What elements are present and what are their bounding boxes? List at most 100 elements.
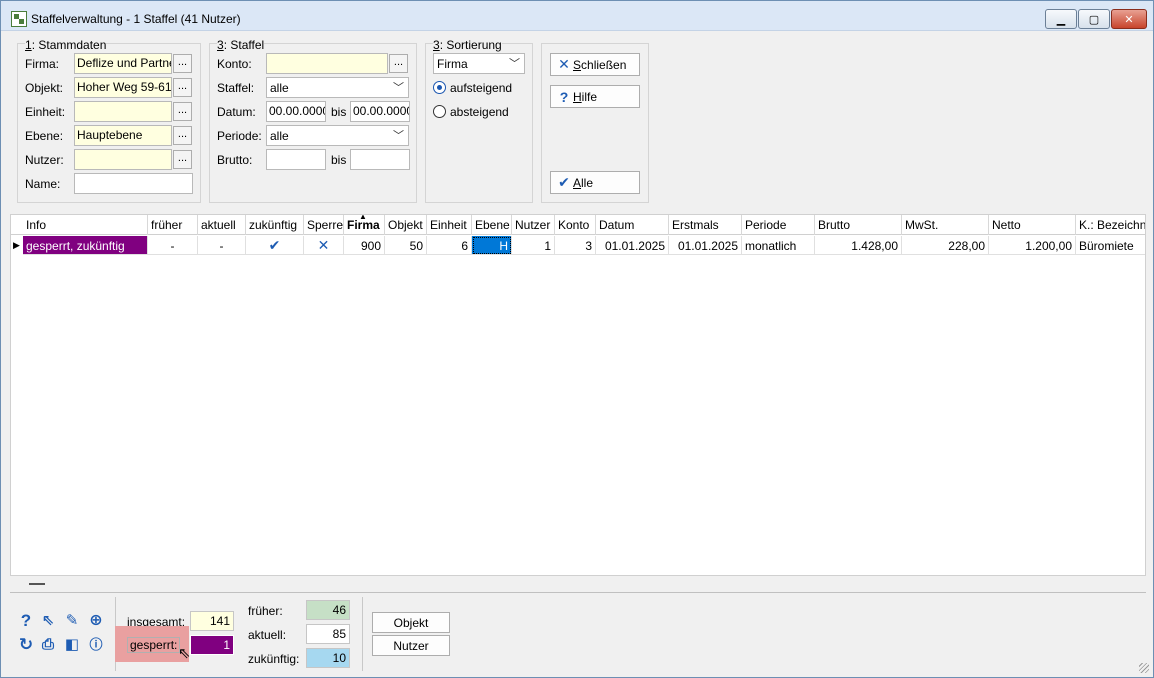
konto-label: Konto: <box>217 57 252 71</box>
col-bezeichnung[interactable]: K.: Bezeichnu <box>1076 215 1145 235</box>
help-button[interactable]: ? Hilfe <box>550 85 640 108</box>
bottom-panel: ? ⇖ ✎ ⊕ ↻ ⎙ ◧ ⓘ insgesamt: 141 gesperrt:… <box>10 592 1146 672</box>
frueher-label: früher: <box>248 604 283 618</box>
close-button[interactable]: ✕ Schließen <box>550 53 640 76</box>
cell-nutzer[interactable]: 1 <box>512 236 555 255</box>
einheit-field[interactable] <box>74 101 172 122</box>
sort-ascending-radio[interactable] <box>433 81 446 94</box>
cell-netto[interactable]: 1.200,00 <box>989 236 1076 255</box>
zukuenftig-count: 10 <box>306 648 350 668</box>
splitter-grip-icon[interactable] <box>29 583 45 585</box>
gesperrt-label[interactable]: gesperrt: <box>127 637 181 653</box>
col-netto[interactable]: Netto <box>989 215 1076 235</box>
mouse-cursor-icon: ⇖ <box>178 645 191 662</box>
firma-field[interactable]: Deflize und Partne <box>74 53 172 74</box>
einheit-label: Einheit: <box>25 105 66 119</box>
cell-brutto[interactable]: 1.428,00 <box>815 236 902 255</box>
col-ebene[interactable]: Ebene <box>472 215 512 235</box>
splitter[interactable] <box>10 576 1146 592</box>
col-aktuell[interactable]: aktuell <box>198 215 246 235</box>
sort-descending-label[interactable]: absteigend <box>450 105 509 119</box>
firma-label: Firma: <box>25 57 59 71</box>
cell-objekt[interactable]: 50 <box>385 236 427 255</box>
konto-browse-button[interactable]: ... <box>389 54 408 73</box>
objekt-button[interactable]: Objekt <box>372 612 450 633</box>
close-button-label: Schließen <box>573 57 627 72</box>
staffel-group: 3: Staffel Konto: ... Staffel: alle ﹀ Dat… <box>209 38 417 203</box>
cell-firma[interactable]: 900 <box>344 236 385 255</box>
help-question-icon[interactable]: ? <box>16 611 36 631</box>
pointer-cursor-icon[interactable]: ⇖ <box>38 611 58 631</box>
grid-header: Info früher aktuell zukünftig Sperre ▲ F… <box>11 215 1145 235</box>
sort-ascending-label[interactable]: aufsteigend <box>450 81 512 95</box>
col-datum[interactable]: Datum <box>596 215 669 235</box>
name-field[interactable] <box>74 173 193 194</box>
col-objekt[interactable]: Objekt <box>385 215 427 235</box>
print-icon[interactable]: ⎙ <box>38 635 58 655</box>
col-erstmals[interactable]: Erstmals <box>669 215 742 235</box>
periode-select[interactable]: alle ﹀ <box>266 125 409 146</box>
brutto-from-field[interactable] <box>266 149 326 170</box>
nutzer-browse-button[interactable]: ... <box>173 150 192 169</box>
col-nutzer[interactable]: Nutzer <box>512 215 555 235</box>
cell-erstmals[interactable]: 01.01.2025 <box>669 236 742 255</box>
cell-info[interactable]: gesperrt, zukünftig <box>23 236 148 255</box>
ebene-field[interactable]: Hauptebene <box>74 125 172 146</box>
col-brutto[interactable]: Brutto <box>815 215 902 235</box>
brutto-label: Brutto: <box>217 153 253 167</box>
nutzer-button[interactable]: Nutzer <box>372 635 450 656</box>
col-info[interactable]: Info <box>23 215 148 235</box>
objekt-browse-button[interactable]: ... <box>173 78 192 97</box>
ebene-browse-button[interactable]: ... <box>173 126 192 145</box>
cell-einheit[interactable]: 6 <box>427 236 472 255</box>
objekt-label: Objekt: <box>25 81 64 95</box>
help-button-label: Hilfe <box>573 89 598 104</box>
pencil-icon[interactable]: ✎ <box>62 611 82 631</box>
resize-grip-icon[interactable] <box>1139 663 1149 673</box>
datum-from-field[interactable]: 00.00.0000 <box>266 101 326 122</box>
einheit-browse-button[interactable]: ... <box>173 102 192 121</box>
cell-mwst[interactable]: 228,00 <box>902 236 989 255</box>
all-button[interactable]: ✔ Alle <box>550 171 640 194</box>
cell-ebene[interactable]: H <box>472 236 512 255</box>
col-konto[interactable]: Konto <box>555 215 596 235</box>
office-icon[interactable]: ◧ <box>62 635 82 655</box>
maximize-button[interactable]: ▢ <box>1078 9 1110 29</box>
add-circle-icon[interactable]: ⊕ <box>86 611 106 631</box>
staffel-grid[interactable]: Info früher aktuell zukünftig Sperre ▲ F… <box>10 214 1146 576</box>
sort-descending-radio[interactable] <box>433 105 446 118</box>
cell-frueher[interactable]: - <box>148 236 198 255</box>
cell-datum[interactable]: 01.01.2025 <box>596 236 669 255</box>
objekt-field[interactable]: Hoher Weg 59-61, <box>74 77 172 98</box>
cell-periode[interactable]: monatlich <box>742 236 815 255</box>
cross-icon[interactable]: ✕ <box>304 236 344 255</box>
title-bar: Staffelverwaltung - 1 Staffel (41 Nutzer… <box>1 1 1153 31</box>
konto-field[interactable] <box>266 53 388 74</box>
staffel-select[interactable]: alle ﹀ <box>266 77 409 98</box>
cell-konto[interactable]: 3 <box>555 236 596 255</box>
col-mwst[interactable]: MwSt. <box>902 215 989 235</box>
cell-bezeichnung[interactable]: Büromiete <box>1076 236 1145 255</box>
col-einheit[interactable]: Einheit <box>427 215 472 235</box>
minimize-button[interactable]: ▁ <box>1045 9 1077 29</box>
close-window-button[interactable]: ✕ <box>1111 9 1147 29</box>
nutzer-field[interactable] <box>74 149 172 170</box>
chevron-down-icon: ﹀ <box>393 130 404 142</box>
brutto-to-field[interactable] <box>350 149 410 170</box>
firma-browse-button[interactable]: ... <box>173 54 192 73</box>
col-periode[interactable]: Periode <box>742 215 815 235</box>
actions-group: ✕ Schließen ? Hilfe ✔ Alle <box>541 43 649 203</box>
table-row[interactable]: gesperrt, zukünftig - - ✔ ✕ 900 50 6 H 1… <box>11 236 1145 256</box>
datum-to-field[interactable]: 00.00.0000 <box>350 101 410 122</box>
main-window: Staffelverwaltung - 1 Staffel (41 Nutzer… <box>0 0 1154 678</box>
checkmark-icon[interactable]: ✔ <box>246 236 304 255</box>
buttons-divider <box>362 597 363 671</box>
info-icon[interactable]: ⓘ <box>86 635 106 655</box>
refresh-icon[interactable]: ↻ <box>16 635 36 655</box>
col-zukuenftig[interactable]: zukünftig <box>246 215 304 235</box>
col-sperre[interactable]: Sperre <box>304 215 344 235</box>
col-frueher[interactable]: früher <box>148 215 198 235</box>
cell-aktuell[interactable]: - <box>198 236 246 255</box>
sort-field-select[interactable]: Firma ﹀ <box>433 53 525 74</box>
col-firma[interactable]: ▲ Firma <box>344 215 385 235</box>
